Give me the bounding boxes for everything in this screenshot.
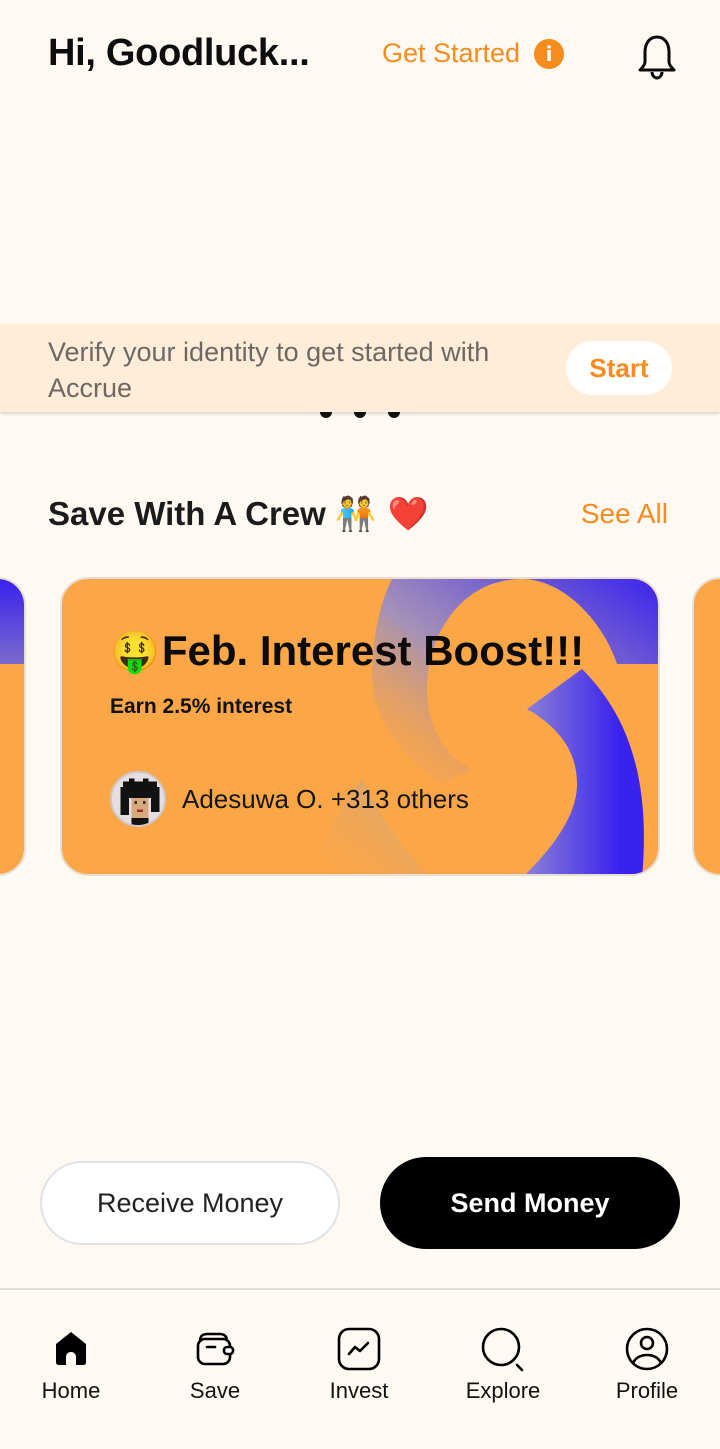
verify-identity-banner: Verify your identity to get started with… [0, 324, 720, 412]
card-title-text: Feb. Interest Boost!!! [161, 627, 585, 674]
verify-start-button[interactable]: Start [566, 341, 672, 395]
home-icon [56, 1332, 86, 1365]
crew-card-next[interactable] [692, 577, 720, 876]
get-started-link[interactable]: Get Started i [382, 38, 565, 69]
receive-money-button[interactable]: Receive Money [40, 1161, 340, 1245]
profile-icon [625, 1327, 669, 1371]
section-title-emoji: 🧑‍🤝‍🧑 ❤️ [335, 494, 429, 533]
card-members: Adesuwa O. +313 others [110, 771, 469, 827]
pagination-dot-active[interactable] [388, 412, 400, 418]
tab-invest[interactable]: Invest [304, 1326, 414, 1404]
card-background-art [0, 579, 24, 664]
tab-label: Home [41, 1378, 101, 1403]
chart-icon [337, 1327, 381, 1371]
pagination-dot[interactable] [354, 412, 366, 418]
tab-label: Explore [465, 1378, 541, 1403]
greeting-title: Hi, Goodluck... [48, 32, 310, 74]
crew-section-header: Save With A Crew 🧑‍🤝‍🧑 ❤️ See All [48, 494, 668, 538]
money-face-emoji: 🤑 [110, 628, 160, 675]
tab-label: Invest [329, 1378, 389, 1403]
bottom-tab-bar: Home Save Invest Explore Profile [0, 1288, 720, 1449]
avatar [110, 771, 166, 827]
info-icon: i [534, 38, 565, 69]
tab-explore[interactable]: Explore [448, 1326, 558, 1404]
search-icon [481, 1327, 524, 1372]
carousel-pagination [320, 412, 400, 418]
crew-carousel[interactable]: 🤑 Feb. Interest Boost!!! Earn 2.5% inter… [0, 577, 720, 877]
get-started-label: Get Started [382, 38, 521, 68]
section-title: Save With A Crew 🧑‍🤝‍🧑 ❤️ [48, 494, 429, 534]
money-actions: Receive Money Send Money [40, 1157, 680, 1249]
card-subtitle: Earn 2.5% interest [110, 695, 293, 718]
tab-home[interactable]: Home [16, 1326, 126, 1404]
verify-banner-text: Verify your identity to get started with… [48, 337, 490, 403]
tab-profile[interactable]: Profile [592, 1326, 702, 1404]
section-title-text: Save With A Crew [48, 495, 326, 532]
tab-label: Save [189, 1378, 241, 1403]
card-title: 🤑 Feb. Interest Boost!!! [110, 627, 584, 675]
header: Hi, Goodluck... Get Started i [0, 0, 720, 112]
members-text: Adesuwa O. +313 others [182, 783, 469, 814]
pixel-avatar-icon [112, 773, 164, 825]
send-money-button[interactable]: Send Money [380, 1157, 680, 1249]
pagination-dot[interactable] [320, 412, 332, 418]
bell-icon[interactable] [636, 34, 678, 80]
card-background-art [313, 579, 658, 874]
tab-save[interactable]: Save [160, 1326, 270, 1404]
tab-label: Profile [615, 1378, 679, 1403]
crew-card-previous[interactable] [0, 577, 26, 876]
crew-card[interactable]: 🤑 Feb. Interest Boost!!! Earn 2.5% inter… [60, 577, 660, 876]
wallet-icon [196, 1332, 235, 1366]
see-all-link[interactable]: See All [581, 498, 668, 530]
